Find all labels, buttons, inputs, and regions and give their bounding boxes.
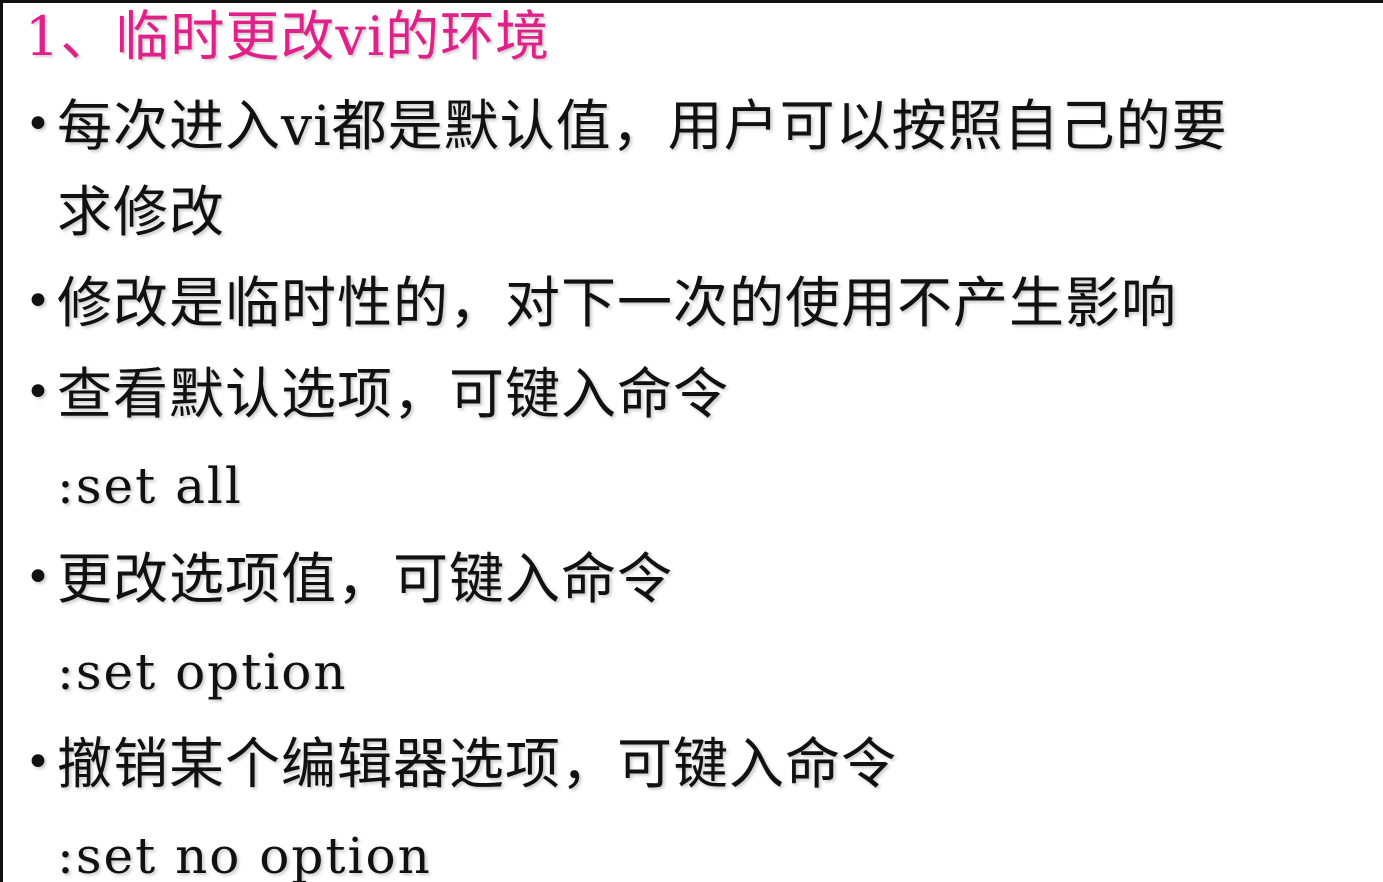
slide-title: 1、临时更改vi的环境 (25, 5, 551, 68)
bullet-text: 查看默认选项，可键入命令 (57, 362, 730, 426)
bullet-text: 撤销某个编辑器选项，可键入命令 (57, 732, 898, 796)
bullet-marker: • (25, 552, 52, 603)
bullet-text: 更改选项值，可键入命令 (57, 547, 674, 611)
bullet-item-change-option: •更改选项值，可键入命令 (25, 544, 673, 619)
bullet-marker: • (25, 737, 52, 788)
command-set-option: :set option (57, 643, 348, 701)
bullet-marker: • (25, 276, 52, 327)
bullet-text: 每次进入vi都是默认值，用户可以按照自己的要 (57, 94, 1228, 158)
command-set-all: :set all (57, 457, 243, 515)
bullet-continuation: 求修改 (57, 180, 226, 244)
bullet-item-default-values: •每次进入vi都是默认值，用户可以按照自己的要 (25, 91, 1228, 166)
bullet-item-temporary: •修改是临时性的，对下一次的使用不产生影响 (25, 268, 1177, 343)
command-set-no-option: :set no option (57, 827, 432, 882)
slide: 1、临时更改vi的环境 •每次进入vi都是默认值，用户可以按照自己的要 求修改 … (3, 3, 1383, 882)
bullet-item-view-options: •查看默认选项，可键入命令 (25, 359, 729, 434)
bullet-text: 修改是临时性的，对下一次的使用不产生影响 (57, 271, 1178, 335)
bullet-marker: • (25, 367, 52, 418)
bullet-marker: • (25, 99, 52, 150)
bullet-item-revoke-option: •撤销某个编辑器选项，可键入命令 (25, 729, 897, 804)
